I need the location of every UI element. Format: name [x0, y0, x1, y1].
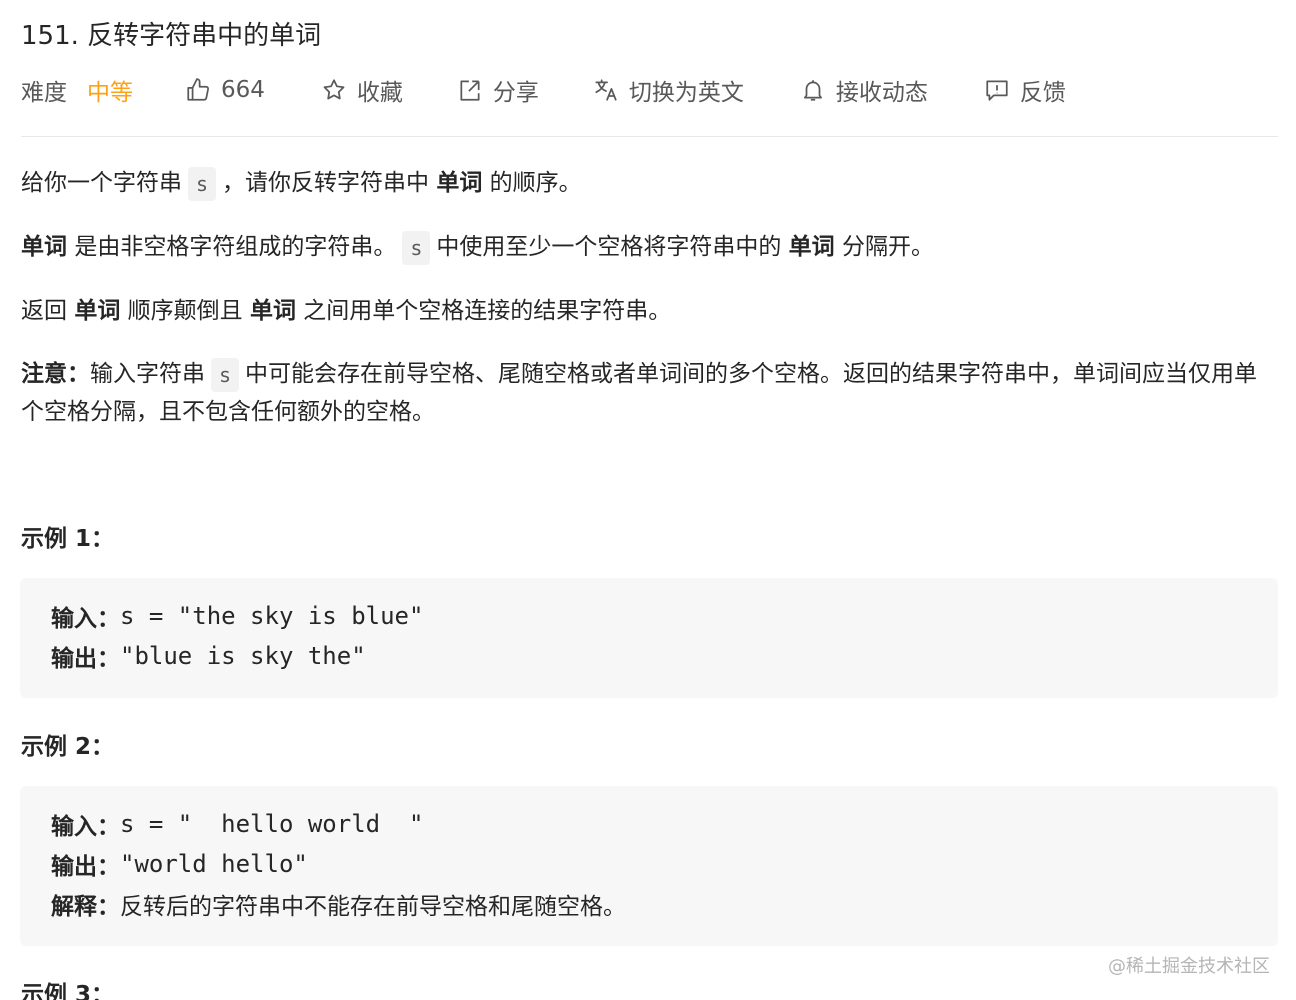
output-value: "blue is sky the" — [120, 642, 366, 670]
text: 的顺序。 — [489, 170, 582, 196]
feedback-icon — [986, 80, 1008, 101]
output-label: 输出： — [51, 854, 120, 880]
description-paragraph-3: 返回 单词 顺序颠倒且 单词 之间用单个空格连接的结果字符串。 — [21, 293, 671, 329]
translate-icon — [595, 79, 617, 101]
example-output-line: 输出： "blue is sky the" — [51, 636, 1278, 676]
share-button[interactable]: 分享 — [457, 73, 539, 107]
text: 分隔开。 — [841, 234, 934, 260]
watermark: @稀土掘金技术社区 — [1108, 956, 1270, 977]
example-input-line: 输入： s = " hello world " — [51, 804, 1278, 844]
notify-label: 接收动态 — [835, 80, 928, 106]
text: 返回 — [21, 298, 67, 324]
text: 顺序颠倒且 — [127, 298, 243, 324]
text: 是由非空格字符组成的字符串。 — [74, 234, 397, 260]
like-count: 664 — [221, 77, 265, 103]
difficulty-label: 难度 — [21, 80, 67, 106]
example-1-title: 示例 1： — [21, 526, 115, 552]
notify-button[interactable]: 接收动态 — [800, 73, 928, 107]
like-button[interactable]: 664 — [185, 77, 265, 103]
example-output-line: 输出： "world hello" — [51, 844, 1278, 884]
description-paragraph-1: 给你一个字符串 s ，请你反转字符串中 单词 的顺序。 — [21, 165, 582, 201]
example-3-title: 示例 3： — [21, 982, 115, 1000]
note-label: 注意： — [21, 361, 90, 387]
text: 输入字符串 — [90, 361, 205, 387]
thumbs-up-icon — [187, 78, 209, 101]
explain-label: 解释： — [51, 894, 120, 920]
difficulty: 难度 中等 — [21, 73, 133, 107]
inline-code: s — [188, 166, 217, 201]
problem-meta-bar: 难度 中等 664 收藏 分享 切换为英文 接收动态 反馈 — [21, 72, 1066, 108]
input-label: 输入： — [51, 814, 120, 840]
text: 给你一个字符串 — [21, 170, 182, 196]
header-divider — [21, 136, 1278, 137]
example-input-line: 输入： s = "the sky is blue" — [51, 596, 1278, 636]
bold-term: 单词 — [74, 298, 121, 324]
share-label: 分享 — [492, 80, 539, 106]
share-icon — [460, 80, 480, 101]
input-value: s = " hello world " — [120, 810, 424, 838]
bold-term: 单词 — [249, 298, 296, 324]
input-value: s = "the sky is blue" — [120, 602, 424, 630]
text: 中使用至少一个空格将字符串中的 — [436, 234, 782, 260]
text: ，请你反转字符串中 — [222, 170, 430, 196]
bold-term: 单词 — [788, 234, 835, 260]
difficulty-value: 中等 — [87, 80, 133, 106]
output-value: "world hello" — [120, 850, 308, 878]
example-1-box: 输入： s = "the sky is blue" 输出： "blue is s… — [20, 578, 1278, 698]
bell-icon — [803, 80, 822, 101]
input-label: 输入： — [51, 606, 120, 632]
example-explain-line: 解释： 反转后的字符串中不能存在前导空格和尾随空格。 — [51, 884, 1278, 924]
favorite-button[interactable]: 收藏 — [321, 73, 403, 107]
feedback-button[interactable]: 反馈 — [984, 73, 1066, 107]
description-paragraph-2: 单词 是由非空格字符组成的字符串。 s 中使用至少一个空格将字符串中的 单词 分隔开… — [21, 229, 934, 265]
bold-term: 单词 — [21, 234, 67, 260]
text: 之间用单个空格连接的结果字符串。 — [303, 298, 672, 324]
problem-page: 151. 反转字符串中的单词 难度 中等 664 收藏 分享 切换为英文 接收动… — [0, 0, 1296, 1000]
switch-language-button[interactable]: 切换为英文 — [593, 73, 744, 107]
favorite-label: 收藏 — [356, 80, 403, 106]
example-2-title: 示例 2： — [21, 734, 115, 760]
switch-language-label: 切换为英文 — [628, 80, 744, 106]
output-label: 输出： — [51, 646, 120, 672]
explain-value: 反转后的字符串中不能存在前导空格和尾随空格。 — [120, 894, 626, 920]
inline-code: s — [211, 357, 240, 392]
example-2-box: 输入： s = " hello world " 输出： "world hello… — [20, 786, 1278, 946]
description-note: 注意：输入字符串 s 中可能会存在前导空格、尾随空格或者单词间的多个空格。返回的结果… — [21, 355, 1271, 431]
bold-term: 单词 — [436, 170, 483, 196]
feedback-label: 反馈 — [1019, 80, 1066, 106]
problem-title: 151. 反转字符串中的单词 — [21, 21, 322, 51]
star-icon — [323, 79, 345, 100]
text: 中可能会存在前导空格、尾随空格或者单词间的多个空格。返回的结果字符串中，单词间应… — [21, 361, 1258, 425]
inline-code: s — [402, 230, 431, 265]
